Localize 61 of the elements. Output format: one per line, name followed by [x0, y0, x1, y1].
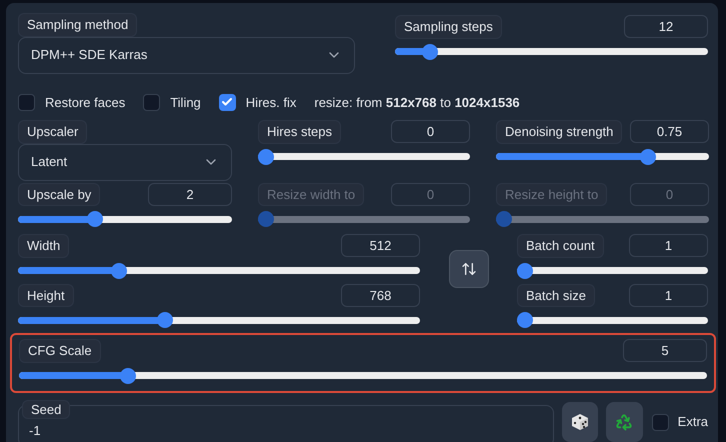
- checkbox[interactable]: [143, 94, 160, 111]
- slider[interactable]: [19, 366, 707, 384]
- slider-thumb[interactable]: [87, 211, 104, 227]
- field-label: Sampling steps: [395, 15, 502, 38]
- number-field[interactable]: 12: [624, 15, 708, 38]
- slider-thumb[interactable]: [517, 262, 533, 278]
- checkbox-label: Tiling: [170, 94, 201, 112]
- slider[interactable]: [18, 210, 232, 228]
- field-label: Resize width to: [258, 182, 364, 206]
- slider-thumb[interactable]: [110, 262, 127, 278]
- check-icon: [221, 96, 234, 108]
- field-label: Batch count: [517, 234, 604, 258]
- resize-note: resize: from 512x768 to 1024x1536: [314, 94, 520, 112]
- slider-thumb[interactable]: [517, 312, 533, 328]
- checkbox-label: Extra: [678, 413, 708, 432]
- slider[interactable]: [18, 262, 420, 280]
- slider[interactable]: [496, 148, 709, 166]
- swap-icon: [460, 261, 476, 277]
- slider[interactable]: [395, 42, 708, 60]
- field-label: Denoising strength: [496, 120, 622, 144]
- slider-thumb[interactable]: [640, 148, 656, 164]
- dropdown[interactable]: Latent: [18, 144, 232, 180]
- field-label: Width: [18, 234, 70, 258]
- slider-thumb[interactable]: [120, 368, 136, 384]
- field-label: CFG Scale: [19, 339, 101, 362]
- number-field[interactable]: 768: [341, 284, 420, 307]
- field-label: Upscale by: [18, 182, 100, 206]
- number-field[interactable]: 2: [148, 182, 232, 206]
- number-field[interactable]: 5: [623, 339, 707, 362]
- slider-thumb[interactable]: [258, 148, 274, 164]
- slider[interactable]: [496, 210, 709, 228]
- slider[interactable]: [258, 210, 470, 228]
- number-field[interactable]: 512: [341, 234, 420, 258]
- checkbox[interactable]: [218, 94, 236, 111]
- field-label: Batch size: [517, 284, 595, 307]
- slider-thumb[interactable]: [422, 44, 438, 60]
- number-field[interactable]: 0.75: [630, 120, 709, 144]
- random-seed-button[interactable]: [562, 402, 598, 442]
- field-label: Seed: [22, 400, 70, 418]
- swap-button[interactable]: [448, 250, 488, 288]
- field-label: Resize height to: [496, 182, 608, 206]
- checkbox-label: Hires. fix: [246, 94, 296, 112]
- field-label: Sampling method: [18, 13, 138, 36]
- slider[interactable]: [18, 311, 420, 329]
- dropdown[interactable]: DPM++ SDE Karras: [18, 36, 355, 74]
- slider[interactable]: [258, 148, 470, 166]
- slider[interactable]: [517, 262, 708, 280]
- field-label: Height: [18, 284, 74, 307]
- slider[interactable]: [517, 311, 708, 329]
- checkbox[interactable]: [652, 414, 669, 430]
- checkbox[interactable]: [18, 94, 35, 111]
- number-field[interactable]: 1: [629, 234, 708, 258]
- number-field[interactable]: 0: [391, 120, 470, 144]
- slider-thumb[interactable]: [156, 312, 173, 328]
- checkbox-label: Restore faces: [45, 94, 126, 112]
- field-label: Upscaler: [18, 120, 88, 144]
- reuse-seed-button[interactable]: [606, 402, 643, 442]
- number-field[interactable]: 1: [629, 284, 708, 307]
- recycle-icon: [615, 413, 634, 431]
- field-label: Hires steps: [258, 120, 342, 144]
- dice-icon: [570, 412, 590, 432]
